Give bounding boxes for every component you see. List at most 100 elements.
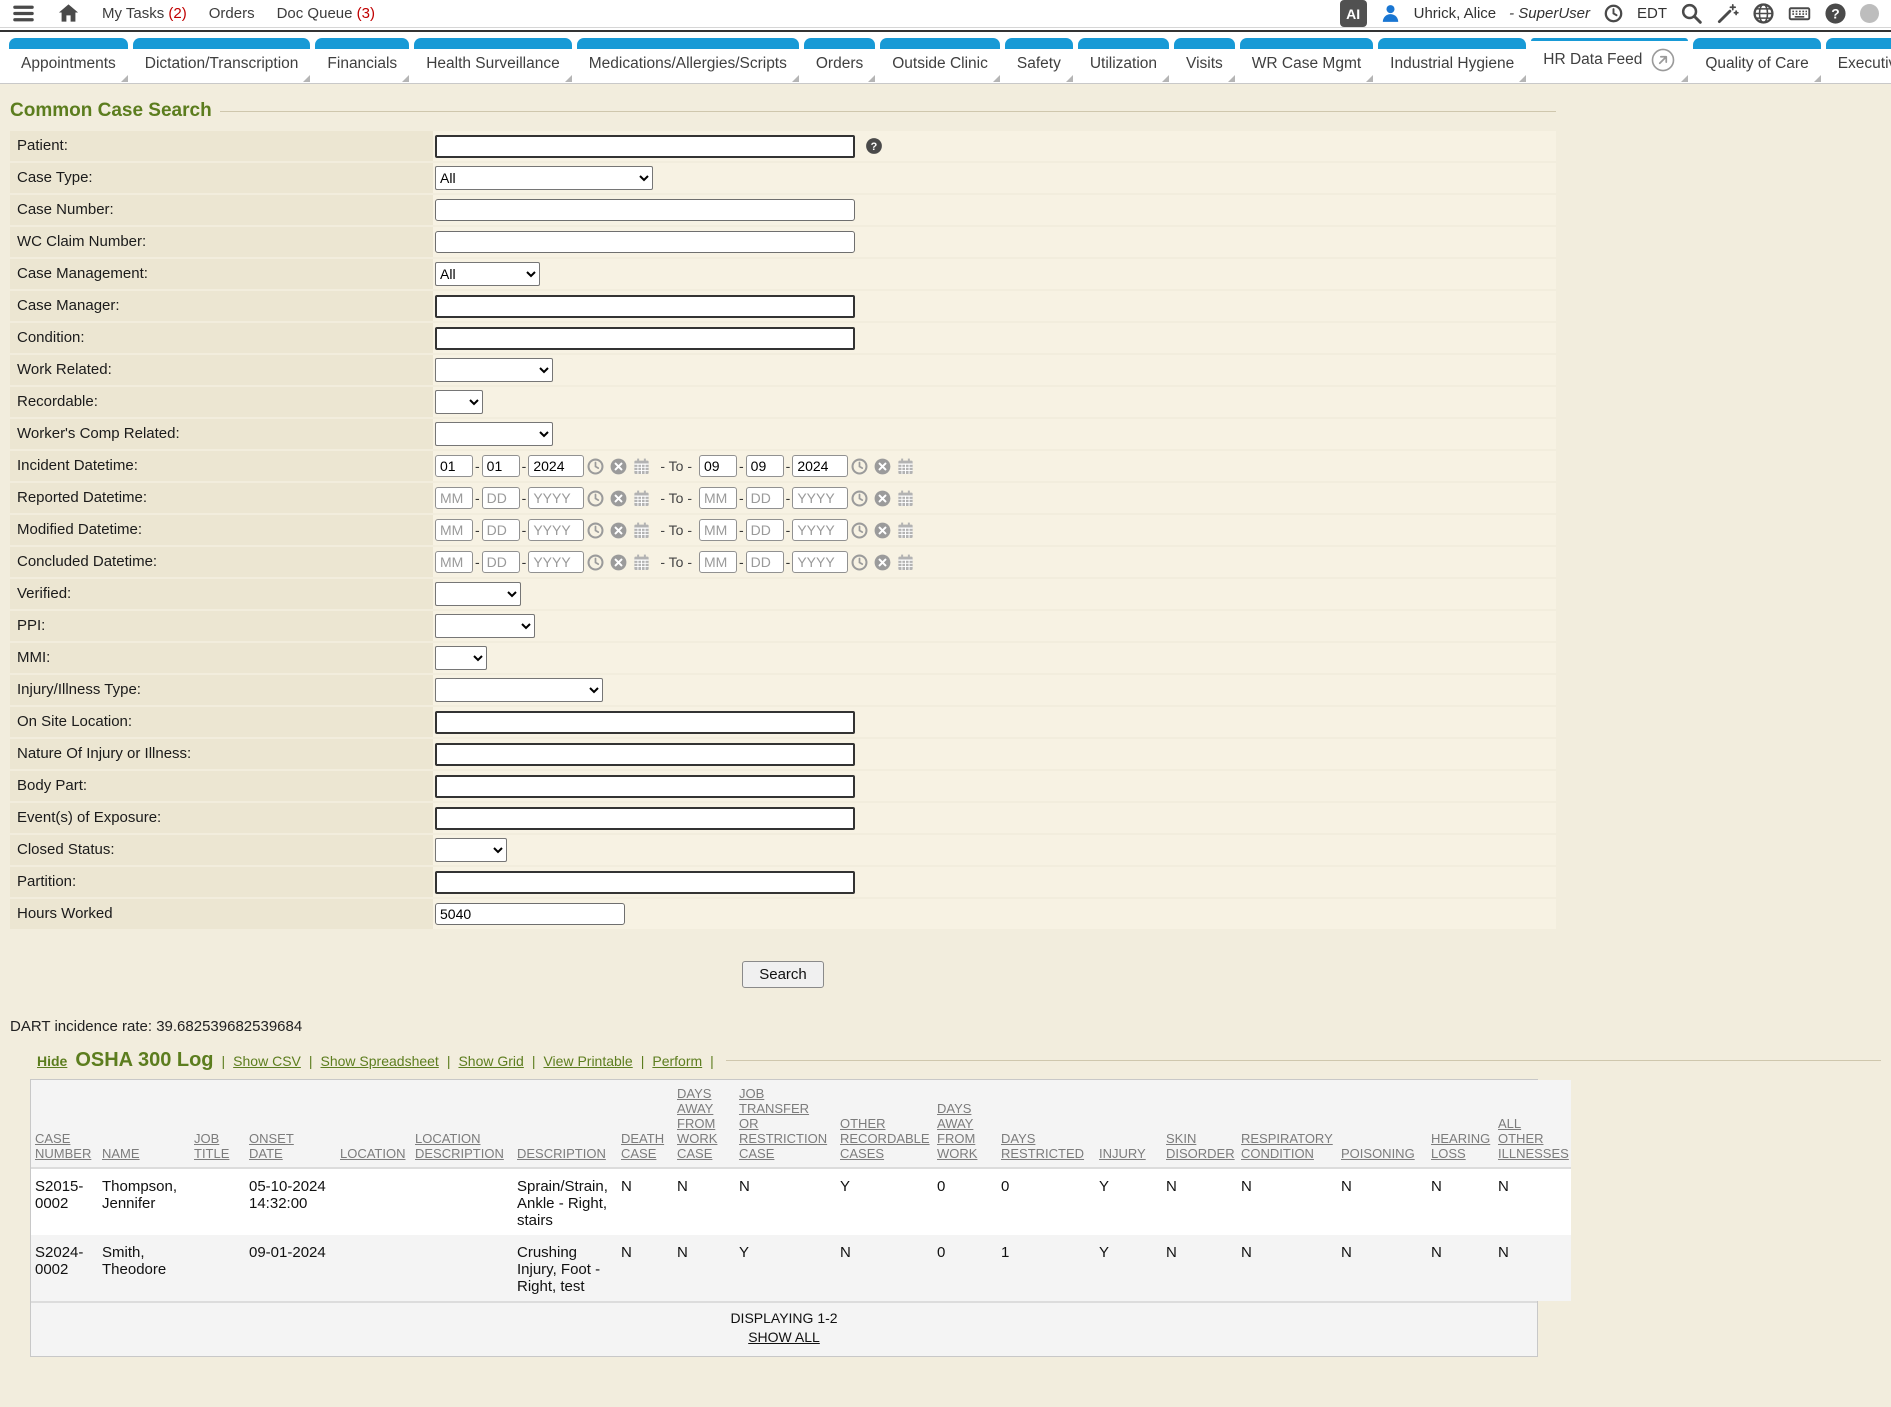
incident-to-month-input[interactable] (699, 455, 737, 477)
show-grid-link[interactable]: Show Grid (458, 1053, 523, 1069)
tab-dictation-transcription[interactable]: Dictation/Transcription (133, 38, 311, 83)
hide-link[interactable]: Hide (37, 1053, 67, 1069)
show-spreadsheet-link[interactable]: Show Spreadsheet (321, 1053, 439, 1069)
calendar-picker-icon[interactable] (896, 553, 915, 572)
tab-outside-clinic[interactable]: Outside Clinic (880, 38, 1000, 83)
column-header[interactable]: OTHER RECORDABLE CASES (836, 1080, 933, 1168)
column-header[interactable]: CASE NUMBER (31, 1080, 98, 1168)
column-header[interactable]: NAME (98, 1080, 190, 1168)
calendar-picker-icon[interactable] (632, 521, 651, 540)
condition-input[interactable] (435, 327, 855, 350)
recordable-select[interactable] (435, 390, 483, 414)
incident-from-day-input[interactable] (482, 455, 520, 477)
work-related-select[interactable] (435, 358, 553, 382)
magic-wand-icon[interactable] (1716, 2, 1739, 25)
tab-wr-case-mgmt[interactable]: WR Case Mgmt (1240, 38, 1373, 83)
modified-to-month-input[interactable] (699, 519, 737, 541)
workers-comp-related-select[interactable] (435, 422, 553, 446)
calendar-picker-icon[interactable] (896, 457, 915, 476)
clear-date-icon[interactable] (873, 521, 892, 540)
my-tasks-link[interactable]: My Tasks (2) (102, 5, 187, 22)
hours-worked-input[interactable] (435, 903, 625, 925)
help-icon[interactable] (1824, 2, 1847, 25)
reported-from-month-input[interactable] (435, 487, 473, 509)
tab-financials[interactable]: Financials (315, 38, 409, 83)
column-header[interactable]: DAYS AWAY FROM WORK (933, 1080, 997, 1168)
ppi-select[interactable] (435, 614, 535, 638)
concluded-to-month-input[interactable] (699, 551, 737, 573)
calendar-picker-icon[interactable] (896, 489, 915, 508)
patient-help-icon[interactable] (865, 137, 883, 155)
modified-from-month-input[interactable] (435, 519, 473, 541)
column-header[interactable]: ALL OTHER ILLNESSES (1494, 1080, 1571, 1168)
modified-to-day-input[interactable] (746, 519, 784, 541)
column-header[interactable]: LOCATION DESCRIPTION (411, 1080, 513, 1168)
perform-link[interactable]: Perform (652, 1053, 702, 1069)
wc-claim-number-input[interactable] (435, 231, 855, 253)
verified-select[interactable] (435, 582, 521, 606)
tab-visits[interactable]: Visits (1174, 38, 1235, 83)
tab-utilization[interactable]: Utilization (1078, 38, 1169, 83)
case-manager-input[interactable] (435, 295, 855, 318)
column-header[interactable]: LOCATION (336, 1080, 411, 1168)
case-number-input[interactable] (435, 199, 855, 221)
time-picker-icon[interactable] (586, 521, 605, 540)
column-header[interactable]: POISONING (1337, 1080, 1427, 1168)
nature-of-injury-input[interactable] (435, 743, 855, 766)
tab-quality-of-care[interactable]: Quality of Care (1693, 38, 1820, 83)
calendar-picker-icon[interactable] (896, 521, 915, 540)
time-picker-icon[interactable] (850, 521, 869, 540)
clear-date-icon[interactable] (609, 489, 628, 508)
column-header[interactable]: HEARING LOSS (1427, 1080, 1494, 1168)
patient-input[interactable] (435, 135, 855, 158)
time-picker-icon[interactable] (586, 457, 605, 476)
concluded-to-year-input[interactable] (792, 551, 848, 573)
clear-date-icon[interactable] (609, 457, 628, 476)
column-header[interactable]: DAYS RESTRICTED (997, 1080, 1095, 1168)
clear-date-icon[interactable] (873, 553, 892, 572)
view-printable-link[interactable]: View Printable (543, 1053, 632, 1069)
doc-queue-link[interactable]: Doc Queue (3) (277, 5, 375, 22)
clear-date-icon[interactable] (873, 489, 892, 508)
tab-safety[interactable]: Safety (1005, 38, 1073, 83)
keyboard-icon[interactable] (1788, 2, 1811, 25)
tab-orders[interactable]: Orders (804, 38, 875, 83)
events-of-exposure-input[interactable] (435, 807, 855, 830)
column-header[interactable]: JOB TRANSFER OR RESTRICTION CASE (735, 1080, 836, 1168)
calendar-picker-icon[interactable] (632, 489, 651, 508)
column-header[interactable]: SKIN DISORDER (1162, 1080, 1237, 1168)
case-type-select[interactable]: All (435, 166, 653, 190)
reported-from-year-input[interactable] (528, 487, 584, 509)
search-button[interactable]: Search (742, 961, 824, 988)
body-part-input[interactable] (435, 775, 855, 798)
on-site-location-input[interactable] (435, 711, 855, 734)
globe-icon[interactable] (1752, 2, 1775, 25)
hamburger-menu-icon[interactable] (12, 2, 35, 25)
time-picker-icon[interactable] (850, 457, 869, 476)
column-header[interactable]: ONSET DATE (245, 1080, 336, 1168)
time-picker-icon[interactable] (586, 489, 605, 508)
concluded-from-day-input[interactable] (482, 551, 520, 573)
tab-industrial-hygiene[interactable]: Industrial Hygiene (1378, 38, 1526, 83)
modified-to-year-input[interactable] (792, 519, 848, 541)
tab-appointments[interactable]: Appointments (9, 38, 128, 83)
external-link-icon[interactable] (1650, 47, 1676, 73)
tab-executive[interactable]: Executive (1826, 38, 1891, 83)
modified-from-day-input[interactable] (482, 519, 520, 541)
reported-from-day-input[interactable] (482, 487, 520, 509)
clear-date-icon[interactable] (873, 457, 892, 476)
calendar-picker-icon[interactable] (632, 457, 651, 476)
column-header[interactable]: DEATH CASE (617, 1080, 673, 1168)
concluded-to-day-input[interactable] (746, 551, 784, 573)
column-header[interactable]: JOB TITLE (190, 1080, 245, 1168)
modified-from-year-input[interactable] (528, 519, 584, 541)
concluded-from-month-input[interactable] (435, 551, 473, 573)
closed-status-select[interactable] (435, 838, 507, 862)
column-header[interactable]: DAYS AWAY FROM WORK CASE (673, 1080, 735, 1168)
reported-to-year-input[interactable] (792, 487, 848, 509)
ai-badge[interactable]: AI (1340, 0, 1367, 27)
column-header[interactable]: INJURY (1095, 1080, 1162, 1168)
case-management-select[interactable]: All (435, 262, 540, 286)
tab-health-surveillance[interactable]: Health Surveillance (414, 38, 572, 83)
calendar-picker-icon[interactable] (632, 553, 651, 572)
